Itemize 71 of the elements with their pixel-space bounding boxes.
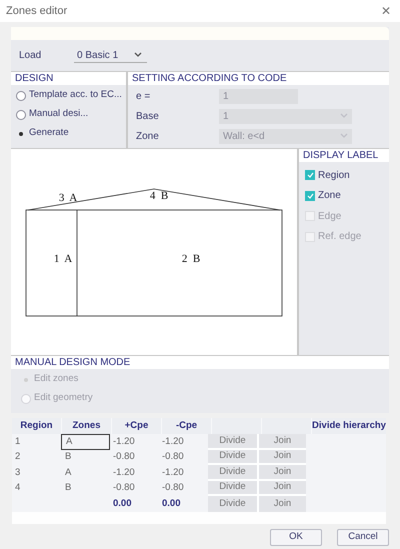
- chevron-down-icon: [134, 52, 142, 58]
- column-header: -Cpe: [162, 418, 211, 434]
- total-cell-text: 0.00: [161, 496, 182, 511]
- check-icon: [306, 172, 314, 178]
- divide-button[interactable]: Divide: [208, 450, 257, 465]
- join-button[interactable]: Join: [257, 465, 306, 480]
- table-cell-text: -0.80: [161, 450, 185, 464]
- table-cell-text: 1: [14, 434, 22, 449]
- load-label: Load: [19, 49, 42, 63]
- checkbox[interactable]: [305, 190, 315, 201]
- table-cell-text: 2: [14, 450, 22, 464]
- radio-label: Manual desi...: [29, 107, 88, 122]
- column-header: +Cpe: [112, 418, 161, 434]
- input-field[interactable]: 1: [219, 88, 298, 104]
- field-label: Zone: [135, 130, 160, 144]
- radio-label: Edit zones: [34, 372, 78, 386]
- section-heading: DESIGN: [11, 72, 126, 85]
- join-button[interactable]: Join: [257, 434, 306, 450]
- column-header: Region: [12, 418, 61, 434]
- close-button[interactable]: ✕: [381, 5, 391, 17]
- radio-label: Template acc. to EC...: [29, 88, 122, 102]
- table-cell-text: -0.80: [112, 481, 136, 496]
- chevron-down-icon: [340, 133, 348, 139]
- checkbox-label: Edge: [318, 210, 342, 224]
- radio-button[interactable]: [16, 90, 26, 100]
- checkbox-label: Zone: [318, 189, 341, 204]
- join-button[interactable]: Join: [257, 496, 306, 512]
- column-header: Zones: [62, 418, 111, 434]
- radio-label: Generate: [29, 126, 69, 140]
- table-cell-text: -1.20: [112, 434, 136, 449]
- dropdown-field[interactable]: Wall: e<d: [219, 128, 352, 144]
- dialog-button[interactable]: Cancel: [337, 528, 389, 546]
- checkbox-label: Ref. edge: [318, 230, 362, 244]
- load-dropdown[interactable]: 0 Basic 1: [74, 48, 147, 63]
- table-cell[interactable]: A: [61, 465, 110, 480]
- total-cell-text: 0.00: [112, 496, 132, 511]
- section-heading: MANUAL DESIGN MODE: [11, 356, 389, 369]
- section-heading: DISPLAY LABEL: [299, 149, 389, 162]
- table-cell-text: -0.80: [112, 450, 136, 464]
- table-cell-text: -1.20: [161, 466, 185, 480]
- column-header: Divide hierarchy: [312, 418, 386, 434]
- check-icon: [306, 192, 314, 199]
- region-label: 1 A: [54, 253, 72, 265]
- checkbox-label: Region: [318, 168, 350, 183]
- field-label: e =: [135, 90, 152, 104]
- table-cell-text: -0.80: [161, 481, 185, 496]
- radio-button[interactable]: [16, 110, 26, 120]
- dialog-button[interactable]: OK: [270, 528, 322, 546]
- table-cell[interactable]: B: [61, 450, 110, 465]
- divide-button[interactable]: Divide: [208, 434, 257, 450]
- divide-button[interactable]: Divide: [208, 496, 257, 512]
- table-cell[interactable]: A: [61, 434, 110, 450]
- field-label: Base: [135, 110, 160, 124]
- join-button[interactable]: Join: [257, 450, 306, 465]
- divide-button[interactable]: Divide: [208, 465, 257, 480]
- join-button[interactable]: Join: [257, 480, 306, 496]
- region-label: 4 B: [150, 190, 168, 202]
- table-cell-text: -1.20: [112, 466, 136, 480]
- chevron-down-icon: [340, 113, 348, 119]
- table-cell-text: 4: [14, 481, 22, 496]
- table-cell[interactable]: B: [61, 480, 110, 496]
- window-title: Zones editor: [6, 4, 68, 19]
- divide-button[interactable]: Divide: [208, 480, 257, 496]
- checkbox[interactable]: [305, 170, 315, 180]
- region-label: 2 B: [182, 253, 200, 265]
- radio-label: Edit geometry: [34, 391, 93, 406]
- dropdown-field[interactable]: 1: [219, 108, 352, 124]
- region-label: 3 A: [58, 192, 78, 204]
- table-cell-text: -1.20: [161, 434, 185, 449]
- section-heading: SETTING ACCORDING TO CODE: [128, 72, 389, 85]
- table-cell-text: 3: [14, 466, 22, 480]
